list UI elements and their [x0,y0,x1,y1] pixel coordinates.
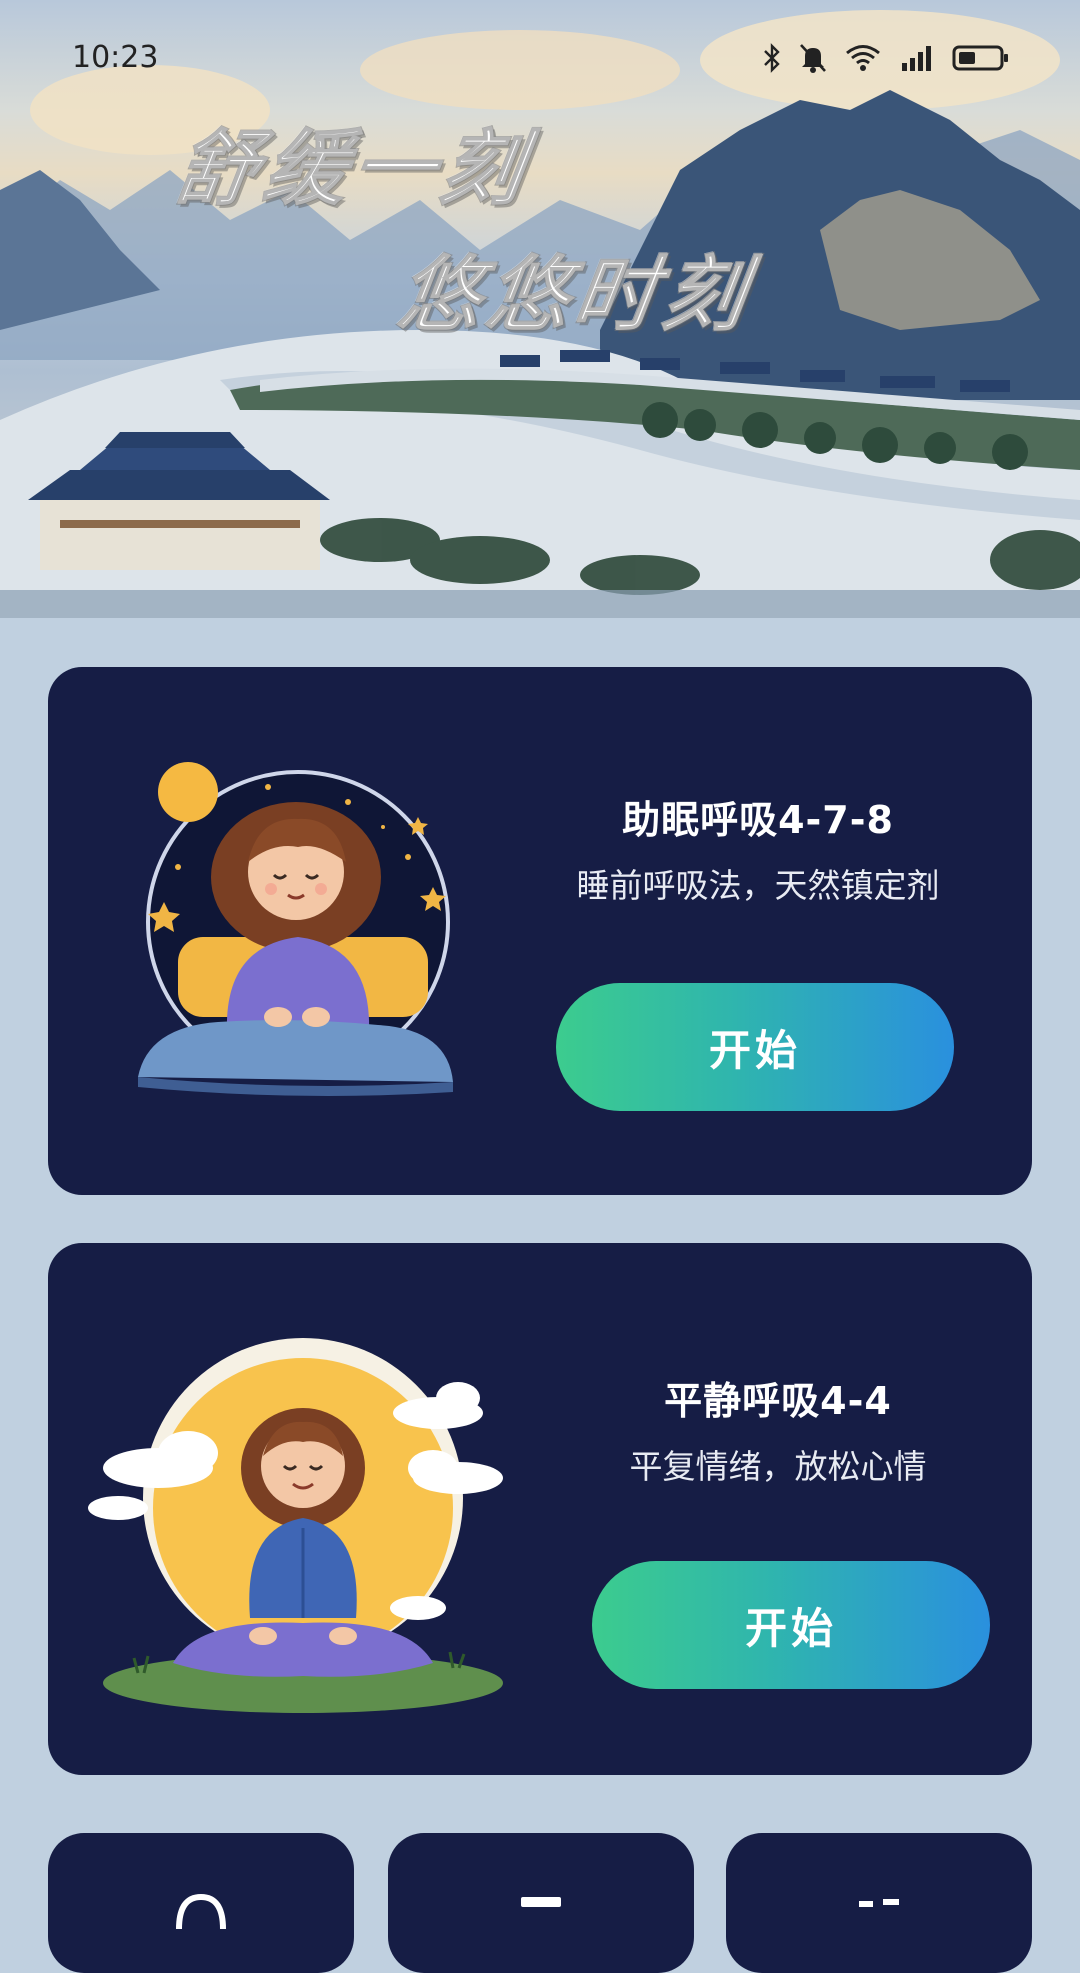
wifi-icon [844,40,882,76]
chart-icon [859,1899,899,1907]
grid-icon [521,1897,561,1907]
sleeping-girl-illustration [138,762,453,1096]
meditating-girl-illustration [88,1338,503,1713]
status-bar: 10:23 [0,0,1080,120]
start-button[interactable]: 开始 [592,1561,990,1689]
card-info: 平静呼吸4-4 平复情绪，放松心情 [568,1373,988,1491]
breathing-card-44[interactable]: 平静呼吸4-4 平复情绪，放松心情 开始 [48,1243,1032,1775]
status-time: 10:23 [72,40,159,75]
card-subtitle: 睡前呼吸法，天然镇定剂 [576,866,940,905]
battery-icon [952,40,1010,76]
breathing-card-478[interactable]: 助眠呼吸4-7-8 睡前呼吸法，天然镇定剂 开始 [48,667,1032,1195]
start-button[interactable]: 开始 [556,983,954,1111]
feature-tile-2[interactable] [388,1833,694,1973]
card-title: 平静呼吸4-4 [664,1379,892,1423]
hero-title-line1: 舒缓一刻 [169,121,536,218]
hero-title-line2: 悠悠时刻 [391,247,758,344]
hero-banner: 10:23 舒缓一刻 悠悠时刻 [0,0,1080,618]
bell-muted-icon [798,40,828,76]
card-title: 助眠呼吸4-7-8 [622,798,894,842]
cellular-signal-icon [898,40,936,76]
status-icons [762,40,1010,76]
card-subtitle: 平复情绪，放松心情 [629,1447,927,1486]
card-info: 助眠呼吸4-7-8 睡前呼吸法，天然镇定剂 [508,792,1008,910]
feature-tile-3[interactable] [726,1833,1032,1973]
circle-icon [176,1893,226,1929]
feature-tile-1[interactable] [48,1833,354,1973]
bluetooth-icon [762,40,782,76]
